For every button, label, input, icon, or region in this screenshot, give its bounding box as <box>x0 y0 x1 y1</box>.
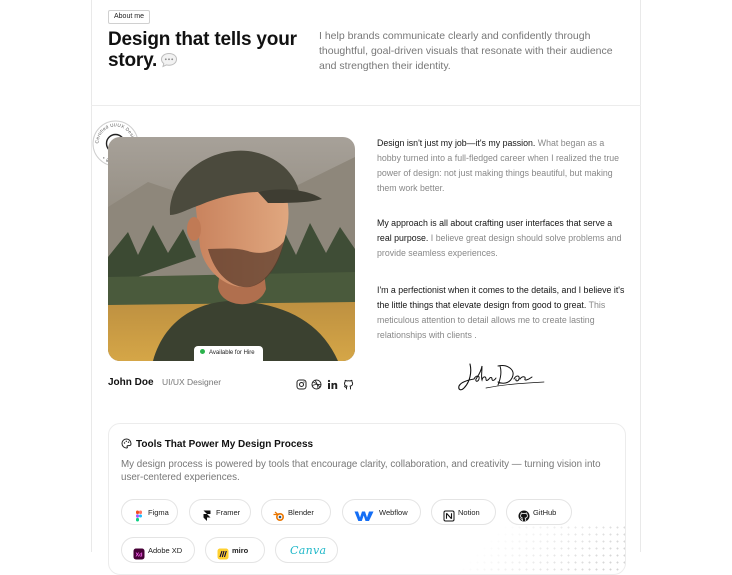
tool-chip-miro[interactable]: miro <box>205 537 265 563</box>
blender-icon <box>273 507 285 521</box>
hero-title: Design that tells your story. <box>108 29 313 73</box>
figma-icon <box>133 507 145 522</box>
tool-chip-blender[interactable]: Blender <box>261 499 331 525</box>
svg-text:Xd: Xd <box>135 552 142 558</box>
tools-card: Tools That Power My Design Process My de… <box>108 423 626 575</box>
miro-icon <box>217 545 229 560</box>
webflow-icon <box>354 507 374 521</box>
framer-icon <box>201 507 213 521</box>
notion-icon <box>443 507 455 522</box>
tool-label: Webflow <box>379 508 408 517</box>
tool-label: Figma <box>148 508 169 517</box>
profile-photo <box>108 137 355 361</box>
section-badge: About me <box>108 10 150 24</box>
tools-title: Tools That Power My Design Process <box>121 438 313 452</box>
bio-paragraph-2: My approach is all about crafting user i… <box>377 216 627 261</box>
canva-logo-text: Canva <box>290 544 327 557</box>
hero-title-text: Design that tells your story. <box>108 29 297 71</box>
github-icon <box>518 507 530 522</box>
person-role: UI/UX Designer <box>162 377 222 387</box>
status-dot <box>200 349 205 354</box>
tool-label: miro <box>232 546 249 555</box>
section-divider <box>91 105 641 106</box>
tool-chip-github[interactable]: GitHub <box>506 499 572 525</box>
tools-title-text: Tools That Power My Design Process <box>136 439 314 450</box>
tool-chip-webflow[interactable]: Webflow <box>342 499 421 525</box>
github-icon[interactable] <box>343 377 354 390</box>
tool-chip-figma[interactable]: Figma <box>121 499 178 525</box>
tool-label: GitHub <box>533 508 557 517</box>
tool-label: Blender <box>288 508 314 517</box>
tool-label: Framer <box>216 508 241 517</box>
frame-border-right <box>640 0 641 552</box>
availability-pill: Available for Hire <box>194 346 263 361</box>
tool-chip-adobe-xd[interactable]: Xd Adobe XD <box>121 537 195 563</box>
signature <box>456 358 548 394</box>
tool-chip-framer[interactable]: Framer <box>189 499 251 525</box>
tool-chip-canva[interactable]: Canva <box>275 537 338 563</box>
tool-chip-notion[interactable]: Notion <box>431 499 496 525</box>
instagram-icon[interactable] <box>296 377 307 390</box>
tool-label: Adobe XD <box>148 546 183 555</box>
dot-pattern <box>439 524 625 574</box>
hero-description: I help brands communicate clearly and co… <box>319 30 613 72</box>
bio-p1-strong: Design isn't just my job—it's my passion… <box>377 138 536 148</box>
bio-paragraph-1: Design isn't just my job—it's my passion… <box>377 136 627 196</box>
chat-bubble-icon <box>160 52 178 73</box>
frame-border-left <box>91 0 92 552</box>
palette-icon <box>121 438 132 452</box>
adobe-xd-icon: Xd <box>133 545 145 560</box>
tool-label: Notion <box>458 508 480 517</box>
tools-description: My design process is powered by tools th… <box>121 459 601 483</box>
bio-paragraph-3: I'm a perfectionist when it comes to the… <box>377 283 627 343</box>
availability-text: Available for Hire <box>209 350 255 356</box>
linkedin-icon[interactable] <box>327 377 338 389</box>
person-name: John Doe <box>108 377 154 388</box>
dribbble-icon[interactable] <box>311 377 322 390</box>
